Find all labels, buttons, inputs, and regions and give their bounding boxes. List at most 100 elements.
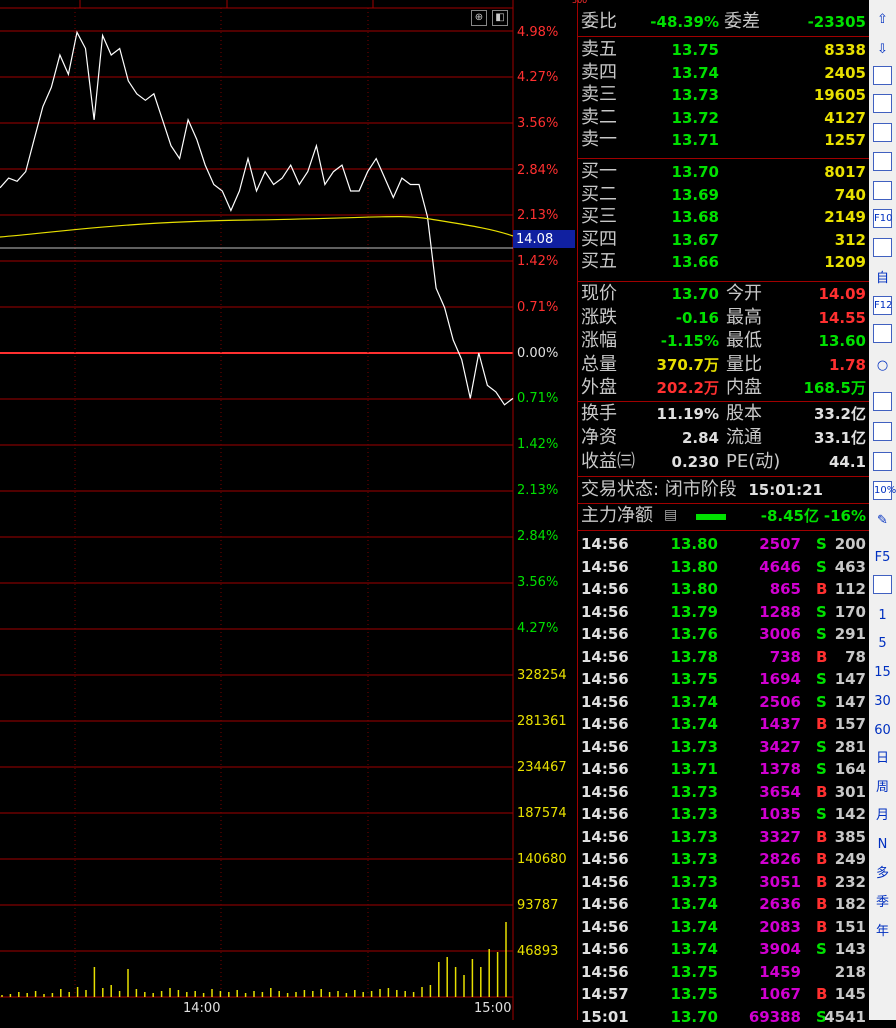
buy-volume: 740 — [835, 185, 866, 205]
toolbar-button-icon[interactable]: 5 — [871, 632, 894, 655]
buy-volume: 2149 — [824, 207, 866, 227]
toolbar-button-icon[interactable]: ○ — [871, 354, 894, 377]
tick-side: S — [816, 803, 827, 825]
tick-price: 13.73 — [650, 781, 718, 803]
tick-side: S — [816, 533, 827, 555]
toolbar-button-icon[interactable]: ⇧ — [871, 8, 894, 31]
quote-panel: 500 委比-48.39%委差-23305卖五13.758338卖四13.742… — [577, 0, 869, 1020]
sell-volume: 8338 — [824, 40, 866, 60]
toolbar-button-icon[interactable] — [873, 66, 892, 85]
main-net-bar — [696, 514, 726, 520]
buy-row[interactable]: 买三13.682149 — [578, 206, 869, 228]
sell-price: 13.75 — [672, 40, 719, 60]
volume-label: 328254 — [517, 668, 567, 683]
tick-price: 13.71 — [650, 758, 718, 780]
price-pct-label: 3.56% — [517, 575, 558, 590]
tick-count: 281 — [835, 736, 866, 758]
tick-volume: 2636 — [728, 893, 801, 915]
toolbar-button-icon[interactable] — [873, 123, 892, 142]
finance-value: 2.84 — [682, 428, 719, 448]
buy-price: 13.67 — [672, 230, 719, 250]
toolbar-button-icon[interactable]: F5 — [871, 546, 894, 569]
toolbar-button-icon[interactable]: 多 — [871, 862, 894, 885]
toolbar-button-icon[interactable] — [873, 152, 892, 171]
toolbar-button-icon[interactable]: 1 — [871, 604, 894, 627]
tick-row: 14:5613.743904S143 — [578, 938, 869, 961]
stat-value: -1.15% — [661, 331, 719, 351]
volume-label: 93787 — [517, 898, 558, 913]
list-icon[interactable]: ▤ — [664, 507, 677, 523]
toolbar-button-icon[interactable]: ✎ — [871, 509, 894, 532]
toolbar-button-icon[interactable] — [873, 238, 892, 257]
toolbar-button-icon[interactable] — [873, 392, 892, 411]
toolbar-button-icon[interactable] — [873, 181, 892, 200]
tick-count: 182 — [835, 893, 866, 915]
toolbar-button-icon[interactable] — [873, 324, 892, 343]
sell-row[interactable]: 卖四13.742405 — [578, 62, 869, 84]
toolbar-button-icon[interactable]: ⇩ — [871, 38, 894, 61]
finance-value: 44.1 — [829, 452, 866, 472]
sell-volume: 1257 — [824, 130, 866, 150]
toolbar-button-icon[interactable] — [873, 575, 892, 594]
tick-side: B — [816, 713, 827, 735]
chart-toggle-icon[interactable]: ⊕ — [471, 10, 487, 26]
tick-time: 14:56 — [581, 781, 629, 803]
toolbar-button-icon[interactable]: 年 — [871, 920, 894, 943]
trade-status-time: 15:01:21 — [748, 480, 823, 500]
toolbar-button-icon[interactable]: 10% — [873, 481, 892, 500]
toolbar-button-icon[interactable]: 60 — [871, 719, 894, 742]
finance-label: 收益㈢ — [581, 451, 635, 473]
finance-row: 换手11.19%股本33.2亿 — [578, 403, 869, 425]
sell-row[interactable]: 卖二13.724127 — [578, 107, 869, 129]
finance-label: 换手 — [581, 403, 617, 425]
toolbar-button-icon[interactable]: 日 — [871, 747, 894, 770]
toolbar-button-icon[interactable]: 30 — [871, 690, 894, 713]
buy-row[interactable]: 买五13.661209 — [578, 251, 869, 273]
header-partial: 500 — [578, 0, 869, 8]
toolbar-button-icon[interactable]: 15 — [871, 661, 894, 684]
chart-window-icon[interactable]: ◧ — [492, 10, 508, 26]
tick-count: 112 — [835, 578, 866, 600]
toolbar-button-icon[interactable]: 周 — [871, 776, 894, 799]
toolbar-button-icon[interactable]: F10 — [873, 209, 892, 228]
toolbar-button-icon[interactable] — [873, 422, 892, 441]
buy-volume: 8017 — [824, 162, 866, 182]
toolbar-button-icon[interactable] — [873, 452, 892, 471]
tick-time: 14:56 — [581, 556, 629, 578]
stat-row: 现价13.70今开14.09 — [578, 283, 869, 305]
buy-row[interactable]: 买一13.708017 — [578, 161, 869, 183]
tick-price: 13.73 — [650, 826, 718, 848]
tick-volume: 3327 — [728, 826, 801, 848]
tick-price: 13.80 — [650, 533, 718, 555]
intraday-chart[interactable]: 4.98%4.27%3.56%2.84%2.13%1.42%0.71%0.00%… — [0, 0, 577, 1020]
toolbar-button-icon[interactable] — [873, 94, 892, 113]
main-net-row[interactable]: 主力净额▤-8.45亿-16% — [578, 505, 869, 527]
buy-row[interactable]: 买二13.69740 — [578, 184, 869, 206]
sell-row[interactable]: 卖三13.7319605 — [578, 84, 869, 106]
tick-time: 14:56 — [581, 646, 629, 668]
toolbar-button-icon[interactable]: 月 — [871, 804, 894, 827]
sell-row[interactable]: 卖一13.711257 — [578, 129, 869, 151]
toolbar-button-icon[interactable]: F12 — [873, 296, 892, 315]
sell-level-label: 卖四 — [581, 62, 617, 84]
tick-row: 15:0113.7069388S4541 — [578, 1006, 869, 1028]
toolbar-button-icon[interactable]: 季 — [871, 891, 894, 914]
tick-time: 14:56 — [581, 961, 629, 983]
tick-row: 14:5613.763006S291 — [578, 623, 869, 646]
sell-row[interactable]: 卖五13.758338 — [578, 39, 869, 61]
volume-label: 187574 — [517, 806, 567, 821]
buy-level-label: 买五 — [581, 251, 617, 273]
main-net-label: 主力净额 — [581, 505, 653, 527]
tick-side: B — [816, 916, 827, 938]
toolbar-button-icon[interactable]: N — [871, 833, 894, 856]
toolbar-button-icon[interactable]: 自 — [871, 267, 894, 290]
tick-count: 291 — [835, 623, 866, 645]
stat-value: 13.70 — [672, 284, 719, 304]
tick-side: S — [816, 691, 827, 713]
tick-volume: 2506 — [728, 691, 801, 713]
buy-row[interactable]: 买四13.67312 — [578, 229, 869, 251]
finance-label: 净资 — [581, 427, 617, 449]
right-toolbar: ⇧⇩F10自F12○10%✎F515153060日周月N多季年 — [869, 0, 896, 1020]
tick-side: B — [816, 893, 827, 915]
tick-count: 463 — [835, 556, 866, 578]
